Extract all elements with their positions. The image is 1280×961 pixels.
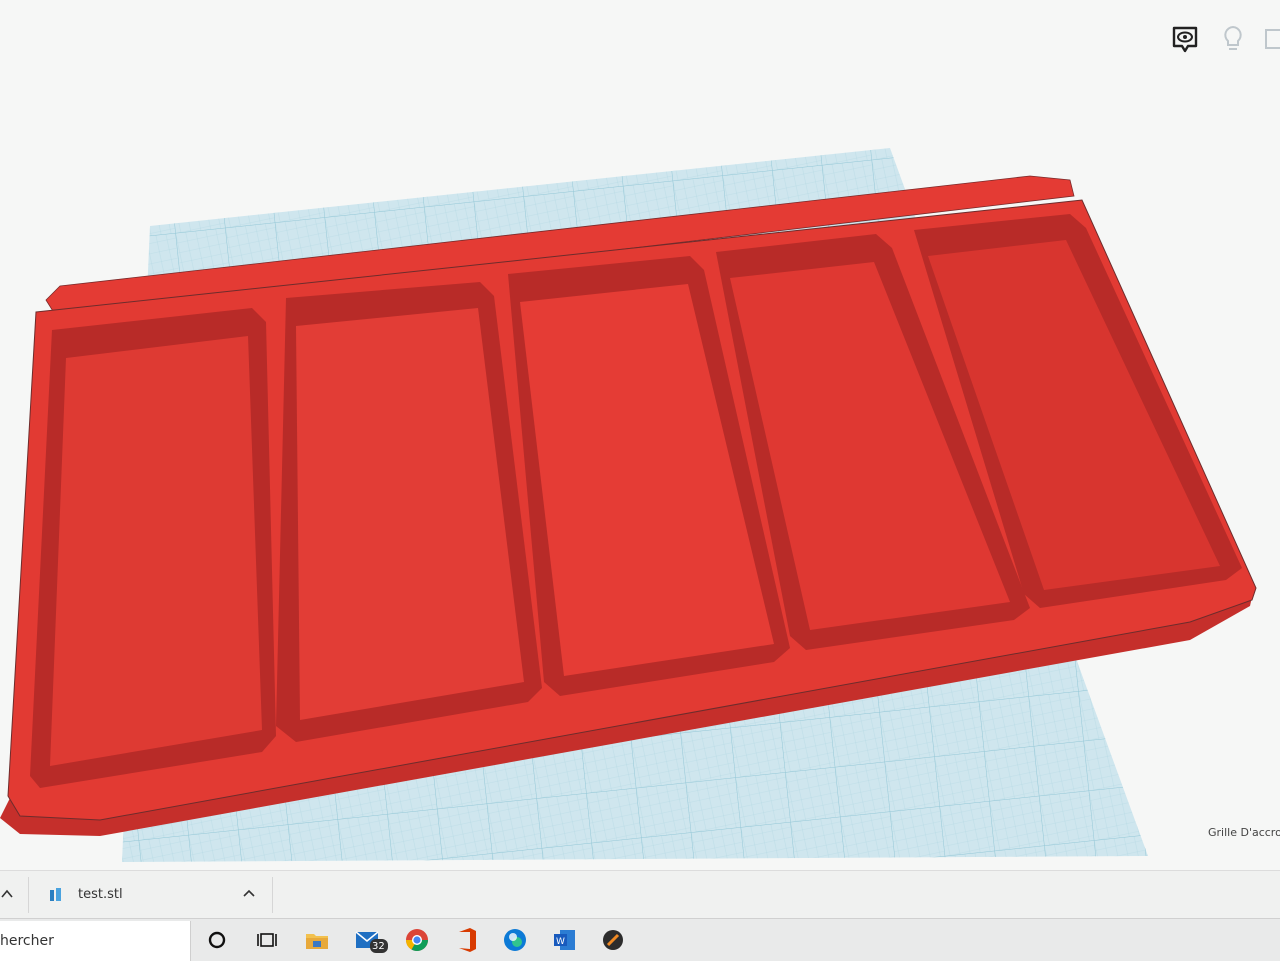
windows-taskbar: hercher 32 W bbox=[0, 918, 1280, 961]
search-placeholder: hercher bbox=[0, 933, 54, 949]
divider bbox=[28, 877, 29, 913]
word-icon[interactable]: W bbox=[550, 925, 580, 955]
taskbar-search-input[interactable]: hercher bbox=[0, 921, 191, 961]
snap-grid-label[interactable]: Grille D'accroc bbox=[1208, 826, 1280, 839]
edge-icon[interactable] bbox=[500, 925, 530, 955]
notes-icon[interactable] bbox=[1260, 22, 1280, 56]
divider bbox=[272, 877, 273, 913]
download-file-name: test.stl bbox=[78, 887, 123, 902]
chevron-up-icon[interactable] bbox=[240, 885, 258, 903]
tray-compartment bbox=[30, 308, 276, 788]
svg-text:W: W bbox=[556, 937, 565, 947]
office-icon[interactable] bbox=[452, 925, 482, 955]
download-item[interactable]: test.stl bbox=[44, 877, 270, 913]
lightbulb-icon[interactable] bbox=[1216, 22, 1250, 56]
download-bar: test.stl bbox=[0, 870, 1280, 919]
workplane-scene[interactable] bbox=[0, 0, 1280, 870]
chevron-left-icon[interactable] bbox=[0, 883, 18, 905]
mail-badge: 32 bbox=[372, 941, 385, 952]
3d-viewport[interactable]: Grille D'accroc bbox=[0, 0, 1280, 870]
task-view-icon[interactable] bbox=[252, 925, 282, 955]
file-explorer-icon[interactable] bbox=[302, 925, 332, 955]
view-eye-icon[interactable] bbox=[1168, 22, 1202, 56]
chrome-icon[interactable] bbox=[402, 925, 432, 955]
app-icon[interactable] bbox=[598, 925, 628, 955]
file-icon bbox=[48, 887, 64, 903]
mail-icon[interactable]: 32 bbox=[352, 925, 392, 955]
cortana-icon[interactable] bbox=[202, 925, 232, 955]
